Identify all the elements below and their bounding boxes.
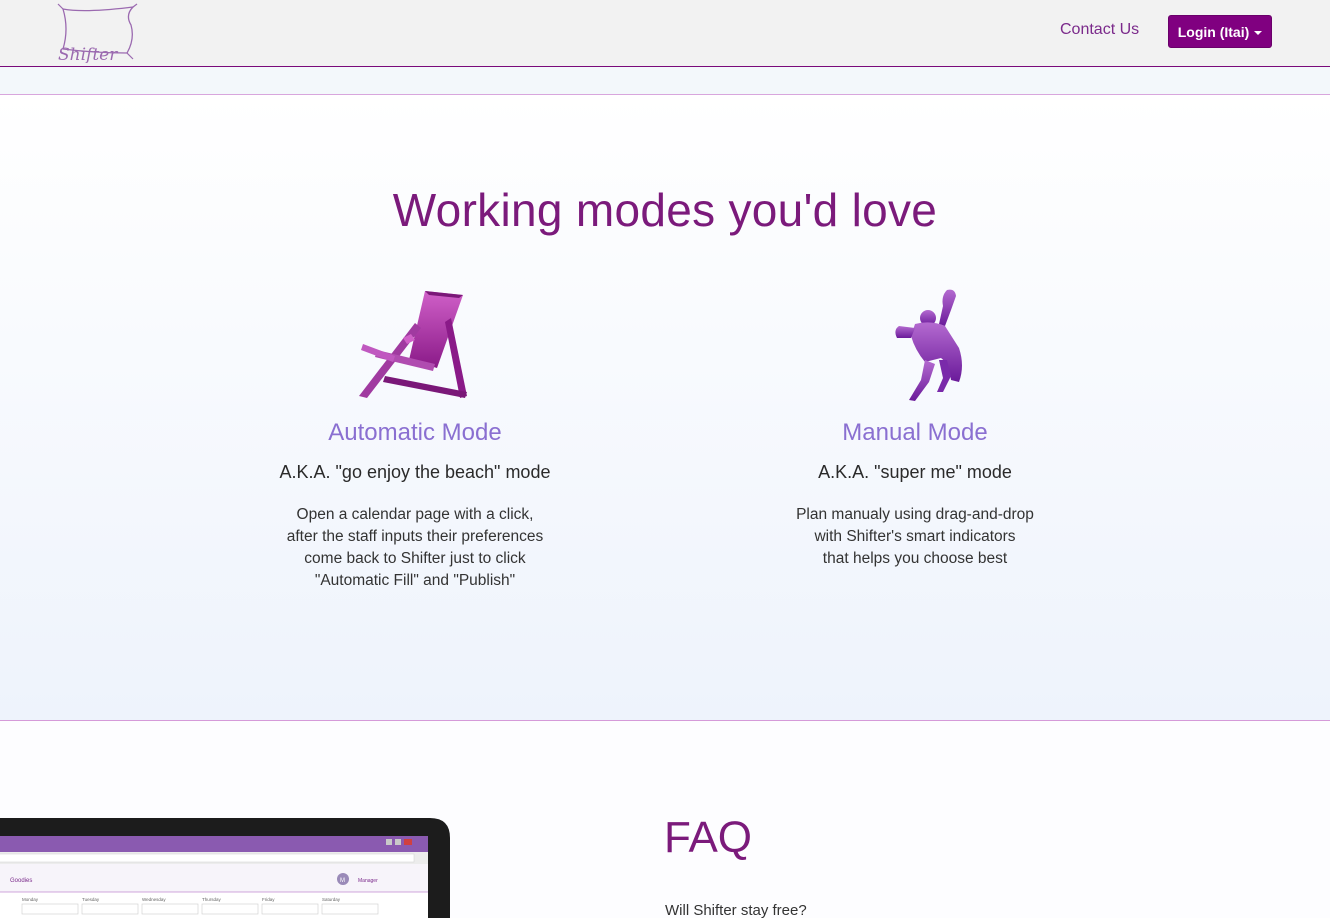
laptop-day-label: Tuesday [82,897,100,902]
description-line: with Shifter's smart indicators [814,528,1016,545]
description-line: Plan manualy using drag-and-drop [796,506,1034,523]
mode-heading: Automatic Mode [328,419,502,446]
shifter-logo[interactable]: Shifter [55,3,139,65]
automatic-mode-card: Automatic Mode A.K.A. "go enjoy the beac… [235,288,595,592]
superhero-icon [895,289,962,401]
laptop-user-role: Manager [358,878,378,884]
beach-chair-icon [359,291,467,398]
working-modes-section: Working modes you'd love Automatic Mode … [0,95,1330,721]
laptop-day-label: Friday [262,897,275,902]
laptop-day-label: Thursday [202,897,222,902]
contact-us-link[interactable]: Contact Us [1060,21,1139,39]
mode-aka: A.K.A. "go enjoy the beach" mode [279,462,551,482]
section-title: Working modes you'd love [392,184,938,236]
header-strip [0,67,1330,95]
login-label: Login (Itai) [1177,23,1250,40]
mode-aka: A.K.A. "super me" mode [818,462,1012,482]
faq-title: FAQ [664,813,753,862]
laptop-day-label: Wednesday [142,897,166,902]
caret-down-icon [1254,30,1263,35]
laptop-screenshot-image: Goodies M Manager Monday Tuesday Wednesd… [0,818,450,918]
laptop-tab-label: Goodies [10,878,32,884]
logo-text: Shifter [58,45,118,63]
laptop-avatar-letter: M [340,878,345,884]
mode-description: Open a calendar page with a click, after… [235,504,595,592]
laptop-day-label: Saturday [322,897,341,902]
login-dropdown-button[interactable]: Login (Itai) [1168,15,1272,48]
description-line: that helps you choose best [822,550,1008,567]
mode-heading: Manual Mode [842,419,988,446]
description-line: come back to Shifter just to click [304,550,526,567]
navbar: Shifter Contact Us Login (Itai) [0,0,1330,67]
description-line: after the staff inputs their preferences [286,528,544,545]
faq-section: Goodies M Manager Monday Tuesday Wednesd… [0,721,1330,918]
faq-question[interactable]: Will Shifter stay free? [665,902,807,918]
mode-description: Plan manualy using drag-and-drop with Sh… [735,504,1095,570]
description-line: "Automatic Fill" and "Publish" [314,572,516,589]
manual-mode-card: Manual Mode A.K.A. "super me" mode Plan … [735,288,1095,570]
description-line: Open a calendar page with a click, [296,506,534,523]
laptop-day-label: Monday [22,897,39,902]
